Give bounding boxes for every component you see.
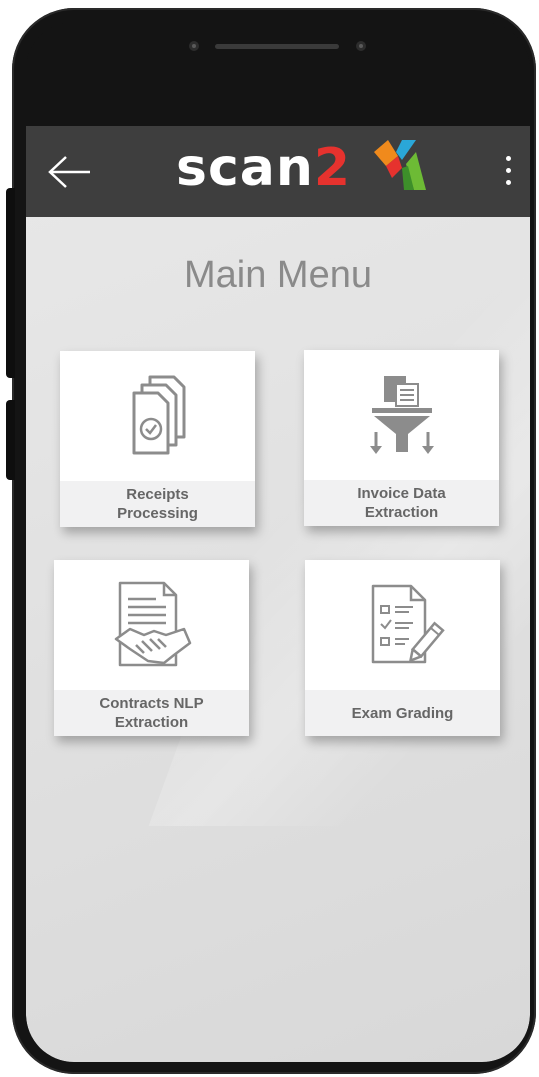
tile-icon-area — [305, 560, 500, 690]
phone-bezel: scan2 Main Menu Receipts Processing Invo… — [26, 22, 530, 1062]
tile-icon-area — [54, 560, 249, 690]
tile-icon-area — [60, 351, 255, 481]
earpiece-speaker — [215, 44, 339, 49]
tile-invoice-data-extraction[interactable]: Invoice Data Extraction — [304, 350, 499, 526]
app-screen: scan2 Main Menu Receipts Processing Invo… — [26, 126, 530, 1062]
tile-label: Receipts Processing — [60, 481, 255, 527]
tile-receipts-processing[interactable]: Receipts Processing — [60, 351, 255, 527]
tile-icon-area — [304, 350, 499, 480]
stacked-documents-check-icon — [132, 375, 185, 455]
tile-contracts-nlp-extraction[interactable]: Contracts NLP Extraction — [54, 560, 249, 736]
sensor-icon — [356, 41, 366, 51]
tile-exam-grading[interactable]: Exam Grading — [305, 560, 500, 736]
scan2x-chevron-mark-icon — [374, 140, 426, 190]
tile-label: Contracts NLP Extraction — [54, 690, 249, 736]
documents-funnel-icon — [369, 376, 434, 454]
logo-text-2: 2 — [313, 138, 352, 198]
app-bar: scan2 — [26, 126, 530, 217]
phone-side-button-upper — [6, 188, 15, 378]
page-title: Main Menu — [184, 254, 372, 296]
tile-label: Exam Grading — [305, 690, 500, 736]
checklist-pencil-icon — [371, 584, 445, 664]
front-camera-icon — [189, 41, 199, 51]
phone-notch — [26, 22, 530, 126]
arrow-left-icon[interactable] — [46, 154, 94, 190]
kebab-menu-icon[interactable] — [500, 156, 516, 190]
phone-side-button-lower — [6, 400, 15, 480]
contract-handshake-icon — [114, 581, 191, 667]
logo-text-scan: scan — [176, 138, 314, 198]
logo-wordmark: scan2 — [176, 138, 351, 198]
tile-label: Invoice Data Extraction — [304, 480, 499, 526]
app-logo: scan2 — [176, 136, 426, 206]
